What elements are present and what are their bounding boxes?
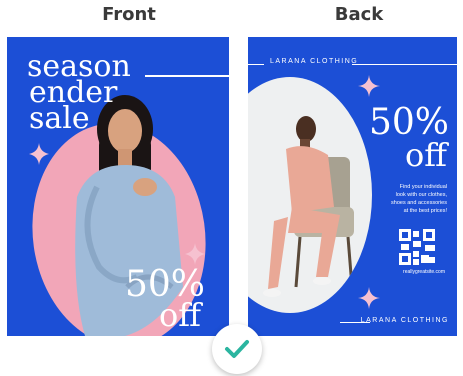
sparkle-icon [358,287,380,309]
sparkle-icon [29,143,49,165]
back-design-card[interactable]: LARANA CLOTHING 50% off Find your indivi… [248,37,457,336]
description-line: look with our clothes, [395,192,447,198]
back-label: Back [334,4,384,25]
selected-check-badge[interactable] [212,324,262,374]
qr-code [399,229,435,265]
checkmark-icon [225,340,249,358]
headline-rule [145,75,229,77]
headline-sale: sale [29,101,90,136]
description-line: at the best prices! [403,208,447,214]
website-text: reallygreatsite.com [403,269,445,275]
front-label: Front [102,4,156,25]
back-off: off [405,136,447,174]
sparkle-icon [185,243,205,265]
front-design-card[interactable]: season ender sale 50% off [7,37,229,336]
description-line: shoes and accessories [391,200,447,206]
brand-bottom: LARANA CLOTHING [360,317,449,324]
front-off: off [159,296,201,334]
sparkle-icon [358,75,380,97]
description-block: Find your individual look with our cloth… [391,183,447,215]
description-line: Find your individual [399,184,447,190]
